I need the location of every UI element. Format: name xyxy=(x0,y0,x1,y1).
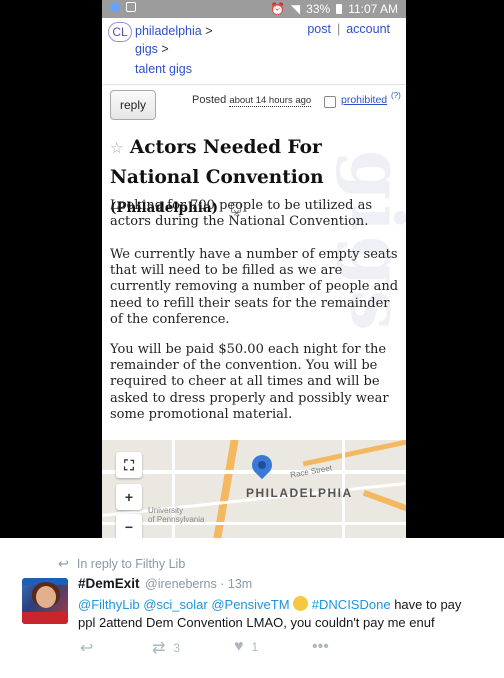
tweet-mentions[interactable]: @FilthyLib @sci_solar @PensiveTM xyxy=(78,597,290,612)
retweet-action[interactable]: ⇄ 3 xyxy=(152,638,180,658)
map-university-label: University of Pennsylvania xyxy=(148,506,204,524)
tweet-text: @FilthyLib @sci_solar @PensiveTM #DNCISD… xyxy=(78,596,488,632)
craigslist-screenshot: ⏰ ◥ 33% 11:07 AM CL philadelphia > gigs … xyxy=(102,0,406,538)
heart-icon: ♥ xyxy=(234,638,244,655)
reply-action[interactable]: ↩ xyxy=(80,638,93,658)
reply-arrow-icon: ↩ xyxy=(58,556,69,571)
tweet-dot: · xyxy=(220,577,225,591)
reply-context-text[interactable]: In reply to Filthy Lib xyxy=(77,557,185,571)
breadcrumb-label[interactable]: gigs xyxy=(135,42,158,56)
favorite-star-icon[interactable]: ☆ xyxy=(110,139,123,157)
prohibited-link[interactable]: prohibited xyxy=(341,94,387,106)
map-street-label: Race Street xyxy=(289,463,333,480)
map-university-line: University xyxy=(148,506,184,515)
posted-time: about 14 hours ago xyxy=(229,95,312,107)
reply-button[interactable]: reply xyxy=(110,90,156,120)
tweet-author-name[interactable]: #DemExit xyxy=(78,576,140,591)
posting-title-text: Actors Needed For National Convention xyxy=(110,137,324,188)
map-university-line: of Pennsylvania xyxy=(148,515,205,524)
prohibited-help-link[interactable]: (?) xyxy=(391,91,401,100)
breadcrumb-item-talent-gigs[interactable]: talent gigs xyxy=(135,62,192,76)
tweet-text-part: ppl 2attend Dem Convention LMAO, you cou… xyxy=(78,615,435,630)
nav-links: post | account xyxy=(307,22,390,36)
posting-paragraph: We currently have a number of empty seat… xyxy=(110,247,399,327)
breadcrumb-item-philadelphia[interactable]: philadelphia > xyxy=(135,24,213,38)
zoom-out-button[interactable]: − xyxy=(116,514,142,538)
battery-icon xyxy=(336,4,343,14)
map-road xyxy=(302,440,406,467)
breadcrumb-separator: > xyxy=(161,42,169,56)
tweet-hashtag[interactable]: #DNCISDone xyxy=(312,597,391,612)
image-icon xyxy=(126,2,136,12)
alarm-icon: ⏰ xyxy=(269,2,285,16)
app-icon xyxy=(110,2,120,12)
top-nav: CL philadelphia > gigs > talent gigs pos… xyxy=(102,18,406,84)
posted-label: Posted xyxy=(192,94,227,106)
battery-level: 33% xyxy=(306,2,331,16)
posted-info: Posted about 14 hours ago xyxy=(192,94,312,107)
map-city-label: PHILADELPHIA xyxy=(246,486,353,500)
avatar[interactable] xyxy=(22,578,68,624)
reply-icon: ↩ xyxy=(80,640,94,657)
breadcrumb-separator: > xyxy=(205,24,213,38)
prohibited-checkbox[interactable] xyxy=(324,96,336,108)
map-road xyxy=(362,489,406,517)
tweet-author-handle: @ireneberns · 13m xyxy=(145,577,252,591)
post-link[interactable]: post xyxy=(307,22,331,36)
reply-context: ↩ In reply to Filthy Lib xyxy=(58,556,185,572)
tweet-card: ↩ In reply to Filthy Lib #DemExit @irene… xyxy=(0,538,504,678)
like-count: 1 xyxy=(251,640,259,654)
more-icon: ••• xyxy=(312,638,329,655)
clock: 11:07 AM xyxy=(348,2,398,16)
posting-paragraph: You will be paid $50.00 each night for t… xyxy=(110,342,389,422)
tweet-time[interactable]: 13m xyxy=(228,577,252,591)
status-bar: ⏰ ◥ 33% 11:07 AM xyxy=(102,0,406,18)
tweet-handle[interactable]: @ireneberns xyxy=(145,577,217,591)
retweet-count: 3 xyxy=(173,641,181,655)
posting-paragraph: Looking for 700 people to be utilized as… xyxy=(110,198,373,230)
avatar-face xyxy=(36,586,56,608)
craigslist-logo[interactable]: CL xyxy=(108,22,132,42)
nav-divider: | xyxy=(336,22,341,36)
zoom-in-button[interactable]: + xyxy=(116,484,142,510)
wifi-icon: ◥ xyxy=(290,2,301,16)
nav-divider-line xyxy=(102,84,406,85)
fullscreen-icon[interactable]: ⛶ xyxy=(116,452,142,478)
laughing-emoji-icon xyxy=(293,596,309,611)
tweet-actions: ↩ ⇄ 3 ♥ 1 ••• xyxy=(80,638,340,658)
retweet-icon: ⇄ xyxy=(152,640,166,657)
location-map[interactable]: Race Street PHILADELPHIA University of P… xyxy=(102,440,406,538)
map-pin-icon[interactable] xyxy=(247,450,277,480)
like-action[interactable]: ♥ 1 xyxy=(234,638,258,656)
avatar-band xyxy=(22,612,68,624)
more-action[interactable]: ••• xyxy=(312,638,329,656)
breadcrumb-item-gigs[interactable]: gigs > xyxy=(135,42,169,56)
tweet-text-part: have to pay xyxy=(394,597,462,612)
breadcrumb-label[interactable]: philadelphia xyxy=(135,24,202,38)
account-link[interactable]: account xyxy=(346,22,390,36)
breadcrumb-label[interactable]: talent gigs xyxy=(135,62,192,76)
